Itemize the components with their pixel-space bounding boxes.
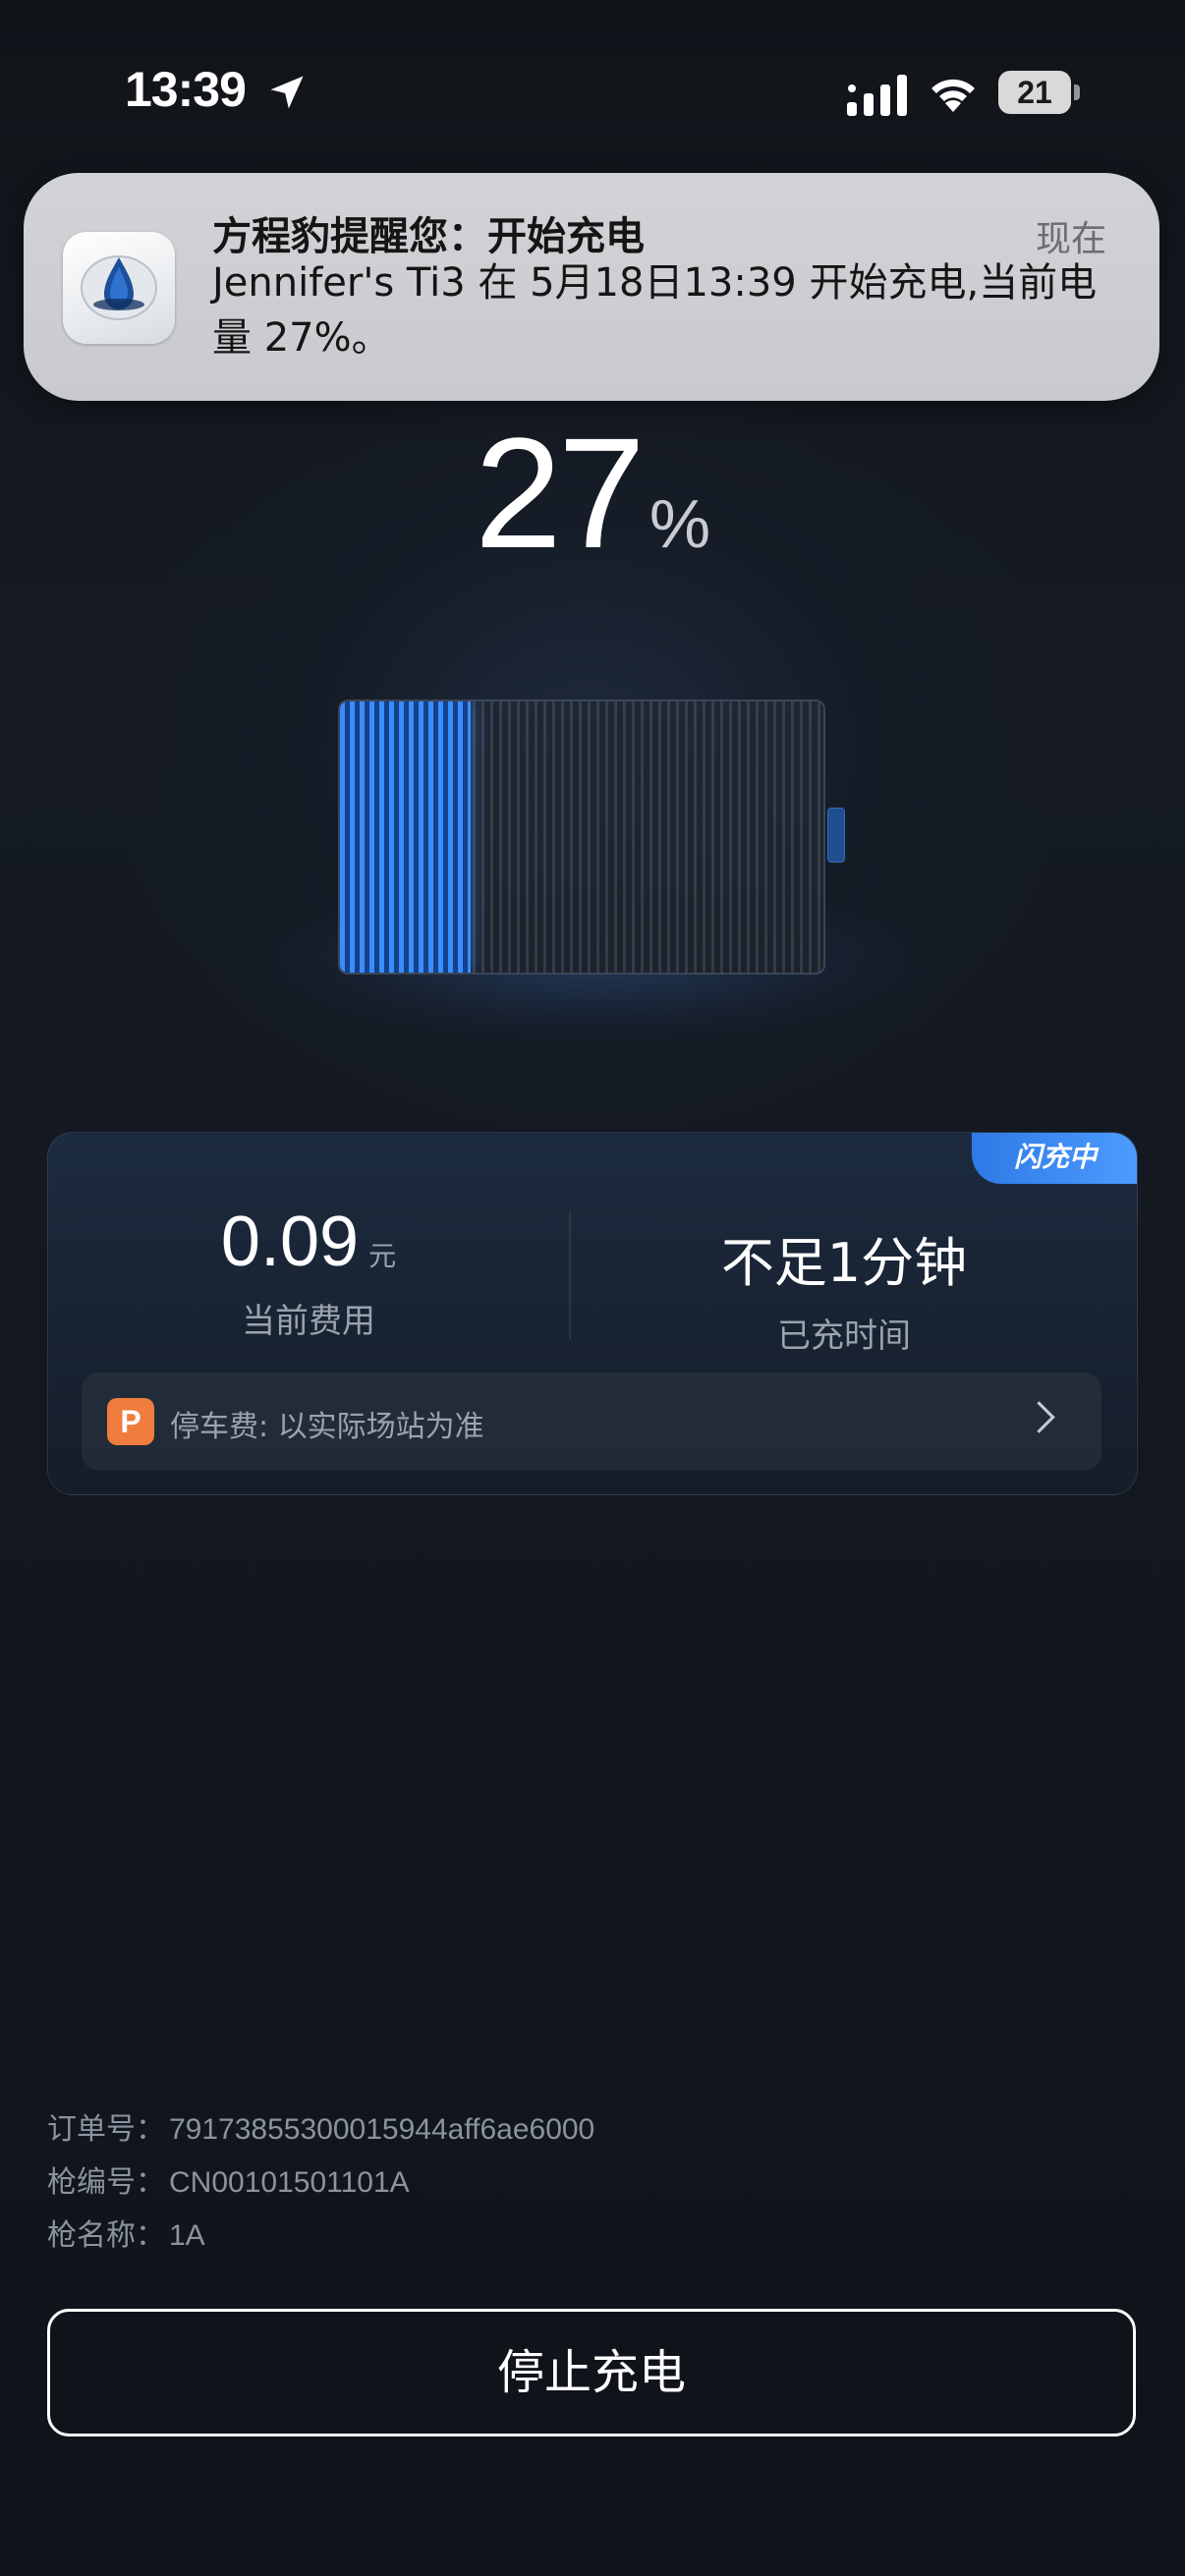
gun-number-label: 枪编号： — [47, 2165, 165, 2200]
battery-terminal — [827, 808, 845, 863]
charging-info-card: 闪充中 0.09 元 当前费用 不足1分钟 已充时间 P 停车费: 以实际场站为准 — [47, 1132, 1138, 1495]
fee-unit: 元 — [368, 1240, 397, 1272]
gun-name: 枪名称： 1A — [47, 2211, 205, 2254]
gun-number-value: CN00101501101A — [169, 2166, 410, 2199]
order-number-label: 订单号： — [47, 2112, 165, 2147]
notification-title: 方程豹提醒您：开始充电 — [212, 214, 645, 259]
notification-banner[interactable]: 方程豹提醒您：开始充电 现在 Jennifer's Ti3 在 5月18日13:… — [24, 173, 1159, 401]
gun-number: 枪编号： CN00101501101A — [47, 2157, 410, 2201]
order-number: 订单号： 7917385530001​5944aff6ae6000 — [47, 2104, 594, 2148]
battery-graphic — [338, 700, 825, 975]
location-arrow-icon — [270, 76, 304, 109]
charge-percent-unit: % — [649, 485, 711, 562]
fast-charge-badge: 闪充中 — [972, 1133, 1137, 1184]
gun-name-value: 1A — [169, 2219, 205, 2252]
wifi-icon — [931, 79, 975, 112]
parking-icon: P — [107, 1398, 154, 1445]
time-label: 已充时间 — [777, 1316, 911, 1356]
battery-icon: 21 — [998, 71, 1081, 114]
parking-fee-text: 停车费: 以实际场站为准 — [170, 1410, 484, 1444]
card-divider — [569, 1211, 571, 1339]
stop-charging-button[interactable]: 停止充电 — [47, 2309, 1136, 2436]
notification-time: 现在 — [1035, 219, 1106, 259]
current-fee: 0.09 元 当前费用 — [48, 1202, 569, 1342]
gun-name-label: 枪名称： — [47, 2218, 165, 2253]
parking-fee-row[interactable]: P 停车费: 以实际场站为准 — [82, 1372, 1101, 1471]
battery-fill — [340, 701, 471, 973]
fee-label: 当前费用 — [242, 1302, 375, 1341]
chevron-right-icon — [1023, 1401, 1055, 1433]
time-value: 不足1分钟 — [720, 1232, 968, 1294]
battery-level: 21 — [1017, 75, 1052, 110]
fee-value: 0.09 — [220, 1203, 360, 1281]
cellular-signal-icon — [847, 75, 907, 116]
charge-percent-value: 27 — [474, 405, 646, 581]
status-time: 13:39 — [125, 62, 247, 117]
charged-time: 不足1分钟 已充时间 — [589, 1219, 1100, 1357]
notification-body: Jennifer's Ti3 在 5月18日13:39 开始充电,当前电量 27… — [212, 260, 1098, 361]
order-number-value: 7917385530001​5944aff6ae6000 — [169, 2113, 595, 2146]
charge-percentage: 27% — [0, 403, 1185, 581]
app-logo-icon — [63, 232, 175, 344]
